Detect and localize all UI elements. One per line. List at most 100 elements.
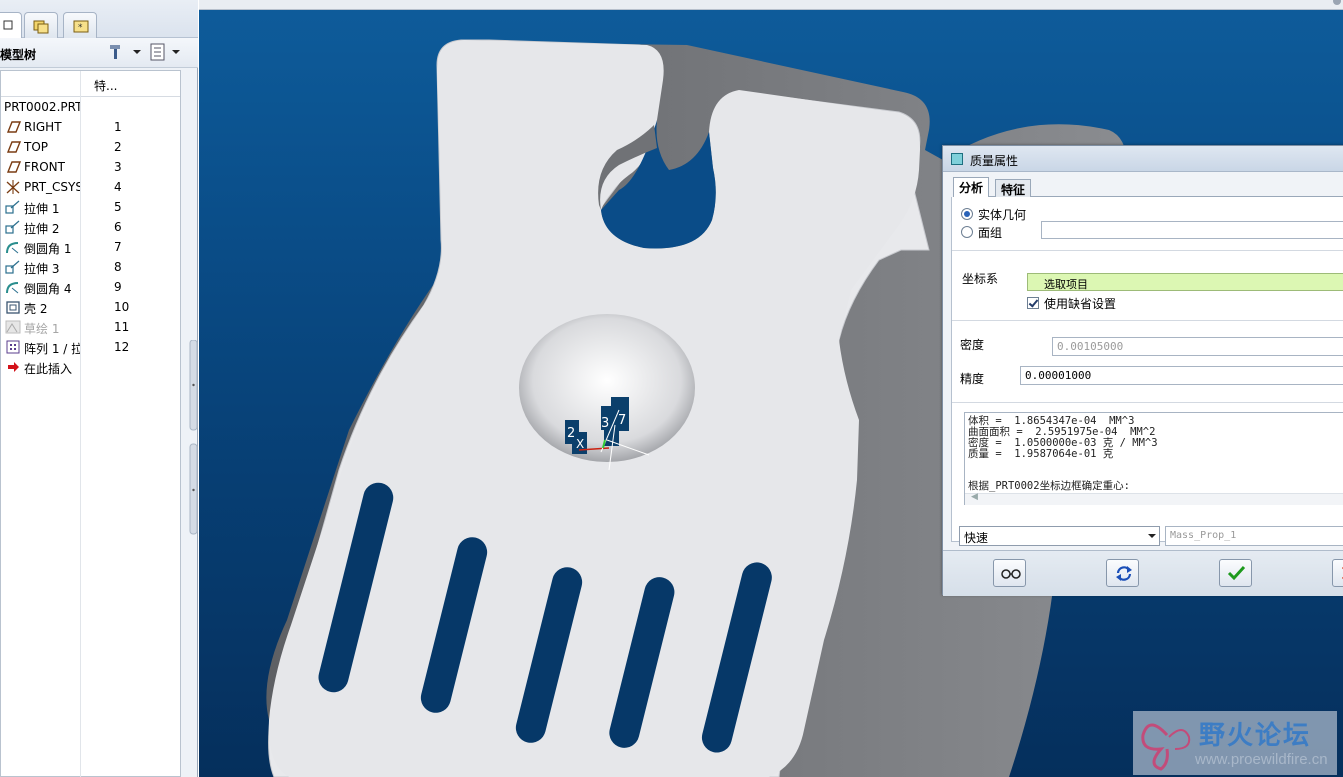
- accuracy-field[interactable]: 0.00001000: [1020, 366, 1343, 385]
- ok-button[interactable]: [1219, 559, 1252, 587]
- tab-feature[interactable]: 特征: [995, 179, 1032, 197]
- tree-item[interactable]: 拉伸 2 6: [1, 217, 180, 237]
- cancel-button[interactable]: [1332, 559, 1343, 587]
- dialog-icon: [951, 153, 963, 165]
- tree-item[interactable]: 壳 2 10: [1, 297, 180, 317]
- tree-item-number: 6: [114, 220, 122, 234]
- recompute-button[interactable]: [1106, 559, 1139, 587]
- tree-item[interactable]: RIGHT 1: [1, 117, 180, 137]
- csys-label: 3: [601, 416, 609, 431]
- density-label: 密度: [960, 338, 985, 352]
- scroll-left-icon[interactable]: ◀: [971, 492, 978, 502]
- tree-item-label: 阵列 1 / 拉: [24, 342, 80, 356]
- tree-item-number: 5: [114, 200, 122, 214]
- folder-icon: [33, 20, 49, 34]
- quilt-radio[interactable]: [961, 226, 973, 238]
- tree-item-number: 2: [114, 140, 122, 154]
- preview-button[interactable]: [993, 559, 1026, 587]
- tree-show-button[interactable]: [150, 43, 165, 61]
- list-icon: [150, 43, 165, 61]
- use-default-label: 使用缺省设置: [1044, 297, 1117, 311]
- tab-folder-browser[interactable]: [24, 12, 58, 38]
- tree-item[interactable]: 拉伸 3 8: [1, 257, 180, 277]
- insert-arrow-icon: [8, 362, 19, 372]
- tree-item[interactable]: 倒圆角 4 9: [1, 277, 180, 297]
- use-default-checkbox[interactable]: [1027, 297, 1039, 309]
- tree-settings-button[interactable]: [108, 43, 122, 61]
- results-note: 根据_PRT0002坐标边框确定重心:: [968, 480, 1130, 492]
- tab-model-tree[interactable]: [0, 12, 22, 38]
- tree-item[interactable]: 倒圆角 1 7: [1, 237, 180, 257]
- dialog-footer: [943, 550, 1343, 596]
- tree-item[interactable]: 拉伸 1 5: [1, 197, 180, 217]
- tree-item-insert-here[interactable]: 在此插入: [1, 357, 180, 377]
- extrude-icon: [5, 200, 20, 214]
- mode-select[interactable]: 快速: [959, 526, 1160, 546]
- quilt-selector[interactable]: [1041, 221, 1343, 239]
- datum-plane-icon: [6, 121, 21, 133]
- model-tree: 特... PRT0002.PRT RIGHT 1 TOP 2 FRONT 3 P…: [0, 70, 181, 777]
- watermark-url: www.proewildfire.cn: [1195, 751, 1328, 768]
- round-icon: [6, 242, 19, 254]
- divider: [952, 250, 1343, 251]
- tree-item-number: 12: [114, 340, 130, 354]
- tree-item[interactable]: 草绘 1 11: [1, 317, 180, 337]
- tree-item[interactable]: TOP 2: [1, 137, 180, 157]
- divider: [952, 320, 1343, 321]
- solid-geometry-radio[interactable]: [961, 208, 973, 220]
- navigator-panel: * 模型树 特... PRT0002.PRT RIGHT 1 TOP 2 FRO…: [0, 0, 198, 777]
- tree-item-number: 8: [114, 260, 122, 274]
- results-area[interactable]: 体积 = 1.8654347e-04 MM^3 曲面面积 = 2.5951975e…: [964, 412, 1343, 505]
- solid-geometry-label: 实体几何: [978, 208, 1027, 222]
- watermark-title: 野火论坛: [1199, 721, 1312, 751]
- chevron-down-icon[interactable]: [133, 50, 141, 54]
- csys-label: 2: [567, 426, 575, 441]
- datum-plane-icon: [6, 141, 21, 153]
- tree-item[interactable]: 阵列 1 / 拉 12: [1, 337, 180, 357]
- tree-item-label: RIGHT: [24, 120, 62, 134]
- divider: [952, 402, 1343, 403]
- chevron-down-icon: [1148, 534, 1156, 538]
- analysis-name-field[interactable]: Mass_Prop_1: [1165, 526, 1343, 546]
- dialog-titlebar[interactable]: 质量属性: [943, 146, 1343, 172]
- app-window: * 模型树 特... PRT0002.PRT RIGHT 1 TOP 2 FRO…: [0, 0, 1343, 777]
- svg-text:*: *: [78, 23, 83, 33]
- close-icon: [1341, 567, 1343, 579]
- tree-item-label: 壳 2: [24, 302, 48, 316]
- results-horizontal-scrollbar[interactable]: ◀: [965, 492, 1343, 505]
- tree-item[interactable]: PRT_CSYS 4: [1, 177, 180, 197]
- refresh-icon: [1116, 566, 1132, 581]
- csys-label: 坐标系: [962, 272, 999, 286]
- hammer-wrench-icon: [110, 45, 120, 59]
- density-field[interactable]: 0.00105000: [1052, 337, 1343, 356]
- csys-selector[interactable]: 选取项目: [1027, 273, 1343, 291]
- model-tree-title: 模型树: [0, 48, 37, 62]
- datum-plane-icon: [6, 161, 21, 173]
- csys-icon: [6, 180, 20, 194]
- tree-item-number: 4: [114, 180, 122, 194]
- shell-icon: [6, 301, 20, 314]
- tree-item[interactable]: FRONT 3: [1, 157, 180, 177]
- panel-sash-handle[interactable]: [189, 340, 198, 540]
- model-tree-icon: [3, 20, 13, 30]
- tree-item-label: 拉伸 2: [24, 222, 60, 236]
- model-tree-header: 模型树: [0, 38, 198, 68]
- column-feature-number[interactable]: 特...: [94, 77, 117, 94]
- tree-item-number: 10: [114, 300, 130, 314]
- tab-favorites[interactable]: *: [63, 12, 97, 38]
- chevron-down-icon[interactable]: [172, 50, 180, 54]
- extrude-icon: [5, 220, 20, 234]
- checkmark-icon: [1227, 565, 1246, 581]
- mode-select-value: 快速: [964, 531, 989, 545]
- tree-item-number: 11: [114, 320, 130, 334]
- tree-item-label: 草绘 1: [24, 322, 60, 336]
- tree-item-label: FRONT: [24, 160, 65, 174]
- tree-item-number: 7: [114, 240, 122, 254]
- sketch-icon: [5, 320, 21, 334]
- tree-item-label: PRT_CSYS: [24, 180, 80, 194]
- glasses-icon: [1001, 569, 1021, 579]
- tree-column-header: 特...: [1, 71, 180, 97]
- csys-label: 7: [618, 413, 626, 428]
- tree-item-root[interactable]: PRT0002.PRT: [1, 97, 180, 117]
- tab-analysis[interactable]: 分析: [953, 177, 990, 198]
